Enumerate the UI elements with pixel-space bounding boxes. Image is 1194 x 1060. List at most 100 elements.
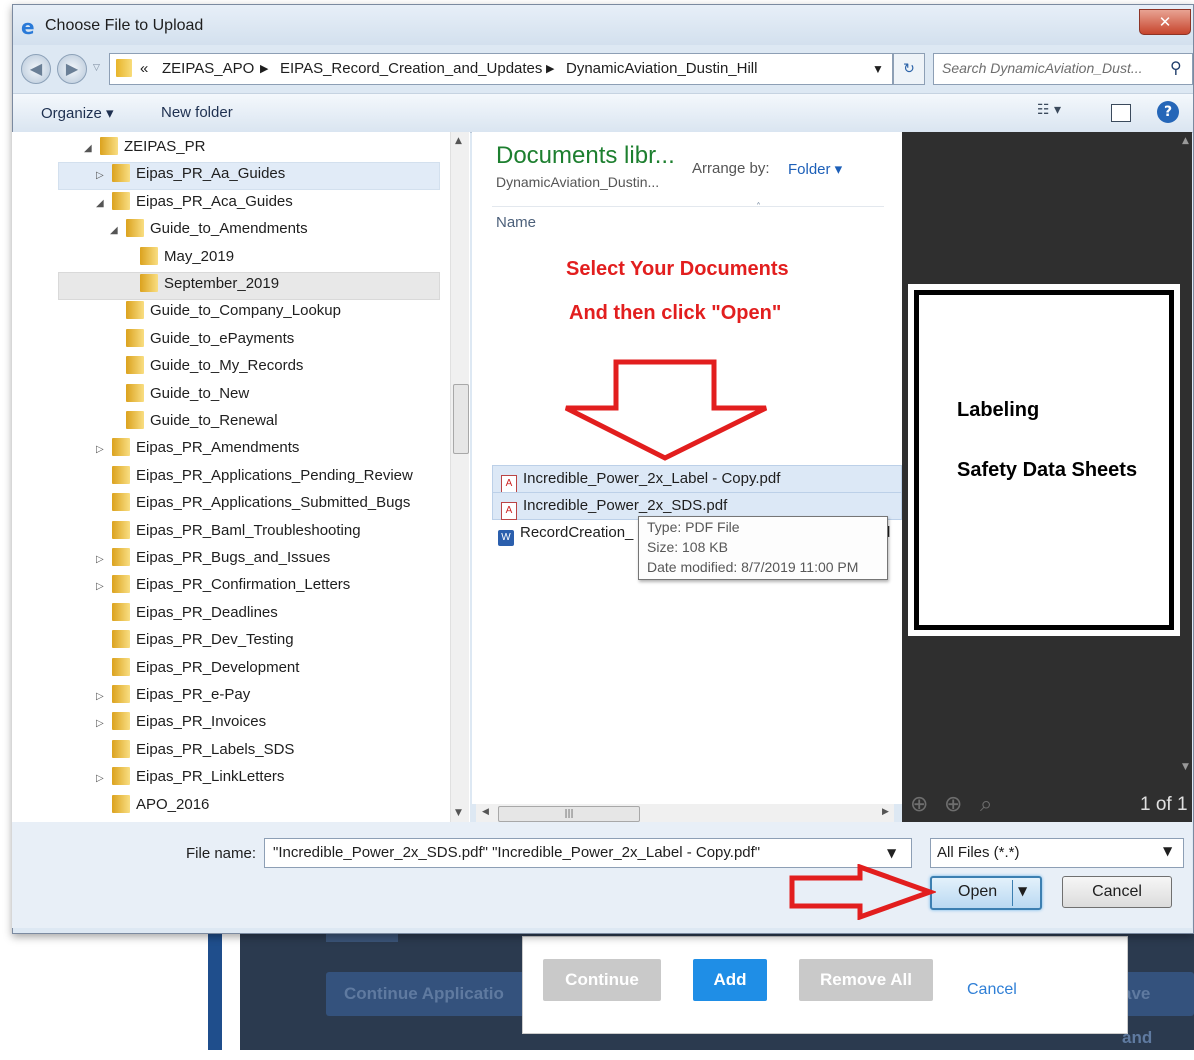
horizontal-scroll-thumb[interactable]: ||| [498,806,640,822]
address-dropdown-icon[interactable]: ▼ [872,62,884,76]
folder-icon [112,685,130,703]
preview-scroll-down-icon[interactable]: ▼ [1182,762,1189,772]
forward-arrow-icon[interactable]: ▶ [57,54,87,84]
tree-item[interactable]: Eipas_PR_Applications_Pending_Review [96,463,413,489]
scroll-down-icon[interactable]: ▼ [455,808,462,818]
expand-arrow-icon[interactable]: ▷ [96,437,108,463]
sort-caret-icon: ˄ [756,202,761,213]
expand-arrow-icon[interactable]: ◢ [110,218,122,244]
scroll-up-icon[interactable]: ▲ [455,136,462,146]
tree-item[interactable]: Eipas_PR_Baml_Troubleshooting [96,518,361,544]
recent-pages-icon[interactable]: ▽ [93,63,100,73]
tree-item-label: Eipas_PR_Deadlines [136,603,278,621]
tooltip-type: Type: PDF File [647,519,740,535]
breadcrumb-record-creation[interactable]: EIPAS_Record_Creation_and_Updates [280,60,542,77]
library-subtitle: DynamicAviation_Dustin... [496,174,660,190]
open-dropdown-icon[interactable]: ▼ [1018,884,1027,898]
expand-arrow-icon[interactable]: ▷ [96,684,108,710]
tree-item[interactable]: ◢ ZEIPAS_PR [84,134,205,160]
breadcrumb-zeipas-apo[interactable]: ZEIPAS_APO [162,60,254,77]
tree-item[interactable]: Eipas_PR_Deadlines [96,600,278,626]
tree-item[interactable]: ◢ Guide_to_Amendments [110,216,308,242]
scroll-right-icon[interactable]: ▶ [882,807,889,817]
tree-item[interactable]: May_2019 [124,244,234,270]
open-button[interactable]: Open ▼ [930,876,1042,910]
preview-pane-icon[interactable] [1111,104,1131,122]
tree-item[interactable]: Eipas_PR_Development [96,655,299,681]
expand-arrow-icon[interactable]: ▷ [96,711,108,737]
previous-page-icon[interactable]: ⊕ [910,792,928,817]
find-in-document-icon[interactable]: ⌕ [980,792,992,817]
tree-item[interactable]: ▷ Eipas_PR_Invoices [96,709,266,735]
name-column-header[interactable]: Name [496,214,536,231]
tree-item-label: Guide_to_ePayments [150,329,295,347]
tree-item[interactable]: ▷ Eipas_PR_Amendments [96,435,299,461]
file-row-label-pdf[interactable]: A Incredible_Power_2x_Label - Copy.pdf [492,465,902,493]
file-list-pane: Documents libr... DynamicAviation_Dustin… [472,132,902,804]
folder-icon [112,438,130,457]
folder-icon [100,137,118,155]
file-type-dropdown-icon[interactable]: ▼ [1163,844,1172,858]
tree-item[interactable]: September_2019 [124,271,279,297]
expand-arrow-icon[interactable]: ▷ [96,163,108,189]
folder-icon [126,301,144,320]
refresh-icon[interactable]: ↻ [893,53,925,85]
tree-item[interactable]: Guide_to_Company_Lookup [110,298,341,324]
cancel-button[interactable]: Cancel [1062,876,1172,908]
breadcrumb-overflow[interactable]: « [140,60,148,77]
modal-cancel-link[interactable]: Cancel [967,981,1017,999]
tree-item[interactable]: Eipas_PR_Dev_Testing [96,627,294,653]
new-folder-button[interactable]: New folder [161,104,233,121]
tree-item[interactable]: Eipas_PR_Applications_Submitted_Bugs [96,490,410,516]
search-icon[interactable]: ⚲ [1170,58,1182,77]
arrange-by-label: Arrange by: [692,160,770,177]
folder-icon [140,274,158,292]
tree-item[interactable]: Guide_to_My_Records [110,353,303,379]
dialog-footer: File name: "Incredible_Power_2x_SDS.pdf"… [12,822,1192,928]
close-icon[interactable]: ✕ [1139,9,1191,35]
expand-arrow-icon[interactable]: ◢ [84,136,96,162]
file-name: RecordCreation_ [520,524,634,541]
tree-item[interactable]: Guide_to_ePayments [110,326,294,352]
search-box[interactable]: Search DynamicAviation_Dust... ⚲ [933,53,1193,85]
modal-remove-all-button[interactable]: Remove All [799,959,933,1001]
help-icon[interactable]: ? [1157,101,1179,123]
file-list-horizontal-scrollbar[interactable]: ◀ ||| ▶ [476,804,894,822]
modal-add-button[interactable]: Add [693,959,767,1001]
tree-scroll-thumb[interactable] [453,384,469,454]
address-bar[interactable]: « ZEIPAS_APO ▶ EIPAS_Record_Creation_and… [109,53,893,85]
expand-arrow-icon[interactable]: ▷ [96,547,108,573]
tree-item[interactable]: APO_2016 [96,792,209,818]
tree-item[interactable]: ◢ Eipas_PR_Aca_Guides [96,189,293,215]
file-type-filter[interactable]: All Files (*.*) ▼ [930,838,1184,868]
scroll-left-icon[interactable]: ◀ [482,807,489,817]
tree-item[interactable]: Eipas_PR_Labels_SDS [96,737,294,763]
back-arrow-icon[interactable]: ◀ [21,54,51,84]
background-side-bar [208,930,222,1050]
arrange-by-folder-dropdown[interactable]: Folder ▾ [788,160,842,178]
tree-item[interactable]: Guide_to_Renewal [110,408,278,434]
folder-icon [112,794,130,813]
change-view-icon[interactable]: ☷ ▾ [1037,102,1061,118]
expand-arrow-icon[interactable]: ▷ [96,574,108,600]
expand-arrow-icon[interactable]: ▷ [96,766,108,792]
breadcrumb-dynamicaviation[interactable]: DynamicAviation_Dustin_Hill [566,60,757,77]
tree-item[interactable]: ▷ Eipas_PR_e-Pay [96,682,250,708]
tree-scrollbar[interactable]: ▲ ▼ [450,132,469,822]
breadcrumb-separator-icon: ▶ [546,63,555,75]
organize-menu[interactable]: Organize ▾ [41,104,114,122]
file-type-value: All Files (*.*) [937,844,1020,861]
file-name-dropdown-icon[interactable]: ▼ [887,846,896,860]
preview-scroll-up-icon[interactable]: ▲ [1182,136,1189,146]
folder-icon [126,383,144,402]
dialog-title: Choose File to Upload [45,17,204,34]
tree-item[interactable]: Guide_to_New [110,381,249,407]
tree-item[interactable]: ▷ Eipas_PR_Confirmation_Letters [96,572,350,598]
next-page-icon[interactable]: ⊕ [944,792,962,817]
folder-icon [112,767,130,786]
tree-item[interactable]: ▷ Eipas_PR_Bugs_and_Issues [96,545,330,571]
expand-arrow-icon[interactable]: ◢ [96,191,108,217]
modal-continue-button[interactable]: Continue [543,959,661,1001]
tree-item[interactable]: ▷ Eipas_PR_LinkLetters [96,764,284,790]
tree-item[interactable]: ▷ Eipas_PR_Aa_Guides [96,161,285,187]
